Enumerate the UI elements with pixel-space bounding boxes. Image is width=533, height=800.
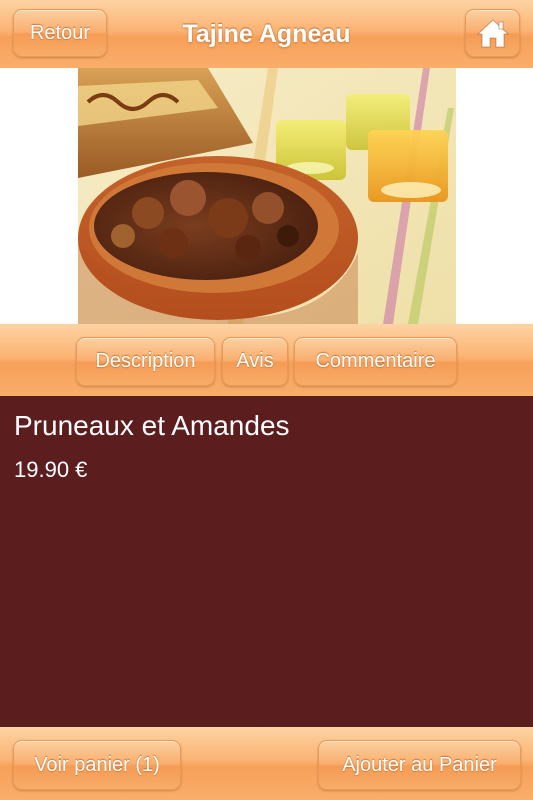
footer-bar: Voir panier (1) Ajouter au Panier [0,727,533,800]
tab-description[interactable]: Description [76,337,215,386]
page-title: Tajine Agneau [182,19,351,48]
item-price: 19.90 € [14,457,88,482]
header-bar: Retour Tajine Agneau [0,0,533,68]
add-to-cart-button[interactable]: Ajouter au Panier [318,740,521,790]
home-icon [476,19,509,48]
description-panel: Pruneaux et Amandes 19.90 € [0,396,533,727]
dish-image-area [0,68,533,324]
item-name: Pruneaux et Amandes [14,410,290,441]
home-button[interactable] [465,9,520,57]
tab-avis[interactable]: Avis [222,337,288,386]
back-button[interactable]: Retour [13,9,107,57]
dish-photo [78,68,456,324]
view-cart-button[interactable]: Voir panier (1) [13,740,181,790]
tab-commentaire[interactable]: Commentaire [294,337,457,386]
tabs-bar: Description Avis Commentaire [0,324,533,396]
